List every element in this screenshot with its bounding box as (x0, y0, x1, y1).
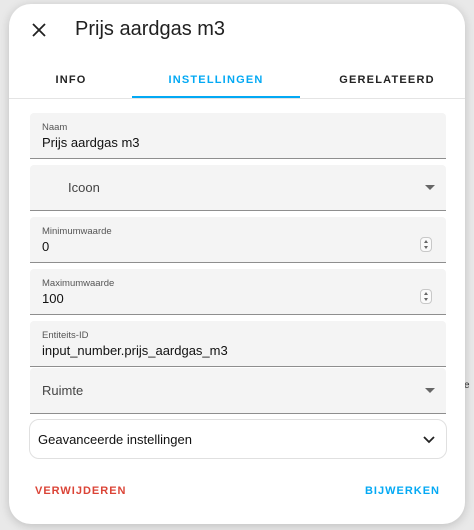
tab-settings[interactable]: INSTELLINGEN (132, 62, 300, 98)
icon-picker-placeholder: Icoon (68, 180, 100, 195)
icon-picker[interactable]: Icoon (30, 165, 446, 211)
minimum-value-label: Minimumwaarde (42, 226, 112, 237)
maximum-value-input: 100 (42, 291, 64, 306)
entity-id-field[interactable]: Entiteits-ID input_number.prijs_aardgas_… (30, 321, 446, 367)
delete-button[interactable]: VERWIJDEREN (35, 485, 126, 497)
backdrop-edge-text: e (464, 380, 470, 391)
chevron-down-icon (423, 436, 435, 444)
area-picker-placeholder: Ruimte (42, 383, 84, 398)
dialog-title: Prijs aardgas m3 (75, 18, 226, 40)
minimum-value-input: 0 (42, 239, 50, 254)
advanced-settings-expander[interactable]: Geavanceerde instellingen (29, 419, 447, 459)
dropdown-arrow-icon (425, 185, 435, 190)
close-button[interactable] (27, 18, 51, 42)
dropdown-arrow-icon (425, 388, 435, 393)
maximum-value-field[interactable]: Maximumwaarde 100 (30, 269, 446, 315)
dialog-header: Prijs aardgas m3 (9, 4, 465, 60)
tabs-divider (9, 98, 465, 99)
name-field-label: Naam (42, 122, 68, 133)
tab-bar: INFO INSTELLINGEN GERELATEERD (9, 62, 465, 98)
tab-related[interactable]: GERELATEERD (327, 62, 447, 98)
advanced-settings-label: Geavanceerde instellingen (38, 432, 192, 447)
name-field-value: Prijs aardgas m3 (42, 135, 140, 150)
name-field[interactable]: Naam Prijs aardgas m3 (30, 113, 446, 159)
update-button[interactable]: BIJWERKEN (365, 485, 440, 497)
maximum-value-label: Maximumwaarde (42, 278, 115, 289)
tab-info[interactable]: INFO (31, 62, 111, 98)
entity-id-value: input_number.prijs_aardgas_m3 (42, 343, 228, 358)
minimum-value-field[interactable]: Minimumwaarde 0 (30, 217, 446, 263)
entity-id-label: Entiteits-ID (42, 330, 89, 341)
close-icon (32, 23, 46, 37)
minimum-value-spinner-icon[interactable] (420, 237, 432, 252)
area-picker[interactable]: Ruimte (30, 368, 446, 414)
maximum-value-spinner-icon[interactable] (420, 289, 432, 304)
entity-settings-dialog: Prijs aardgas m3 INFO INSTELLINGEN GEREL… (9, 4, 465, 524)
